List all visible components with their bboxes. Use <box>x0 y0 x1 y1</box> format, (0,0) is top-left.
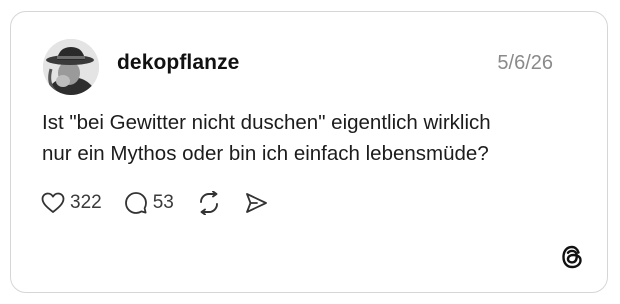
share-button[interactable] <box>244 192 268 214</box>
like-count: 322 <box>70 192 102 213</box>
username[interactable]: dekopflanze <box>117 51 239 75</box>
reply-count: 53 <box>152 192 174 213</box>
threads-logo-icon[interactable] <box>559 244 585 270</box>
reply-button[interactable]: 53 <box>124 191 174 215</box>
heart-icon <box>41 192 65 214</box>
repost-icon <box>196 191 222 215</box>
post-text-line: nur ein Mythos oder bin ich einfach lebe… <box>42 142 489 165</box>
action-bar: 322 53 <box>41 189 268 217</box>
comment-icon <box>124 191 148 215</box>
post-date: 5/6/26 <box>497 52 553 74</box>
avatar[interactable] <box>43 39 99 95</box>
like-button[interactable]: 322 <box>41 192 102 214</box>
avatar-image <box>43 39 99 95</box>
post-text: Ist "bei Gewitter nicht duschen" eigentl… <box>42 107 582 169</box>
post-card: dekopflanze 5/6/26 Ist "bei Gewitter nic… <box>10 11 608 293</box>
repost-button[interactable] <box>196 191 222 215</box>
post-text-line: Ist "bei Gewitter nicht duschen" eigentl… <box>42 111 491 134</box>
share-icon <box>244 192 268 214</box>
